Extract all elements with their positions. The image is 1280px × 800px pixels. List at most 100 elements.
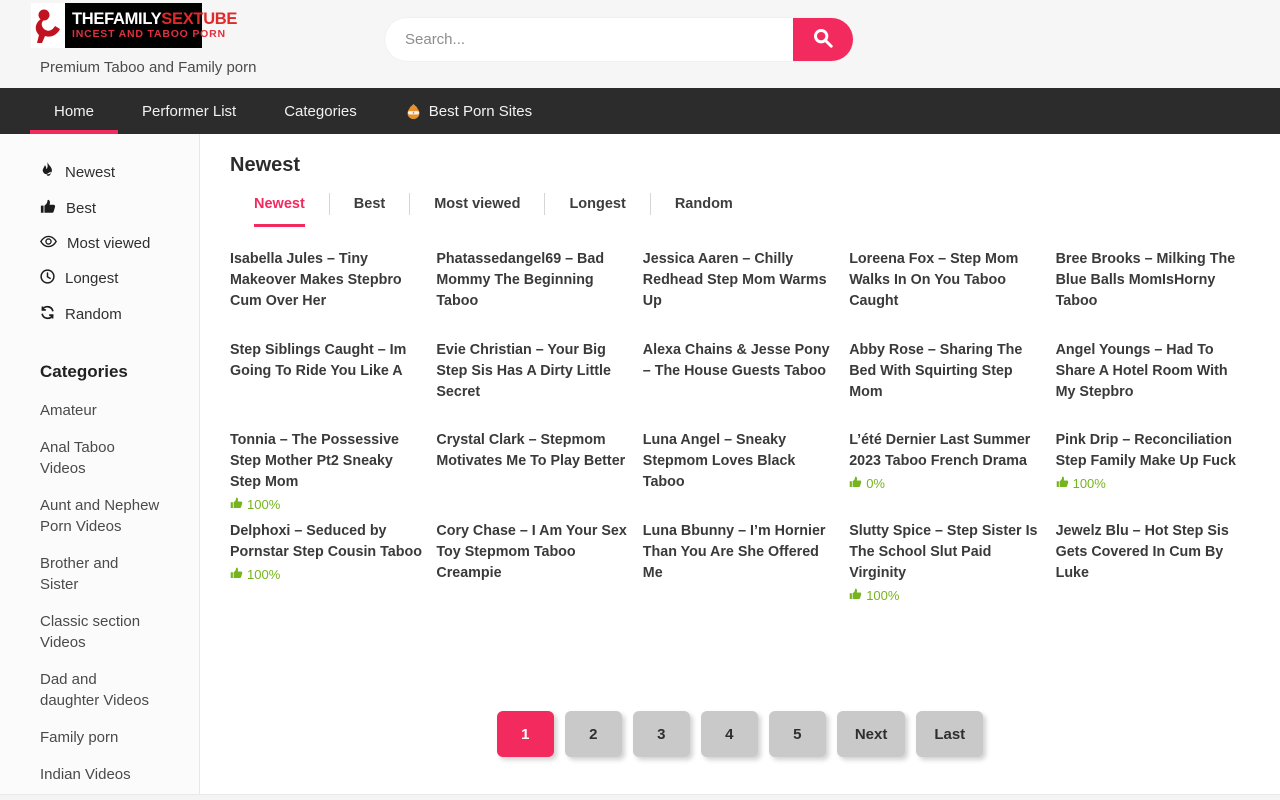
video-card[interactable]: Slutty Spice – Step Sister Is The School… bbox=[849, 521, 1043, 612]
video-card[interactable]: Tonnia – The Possessive Step Mother Pt2 … bbox=[230, 430, 424, 521]
search-input[interactable] bbox=[385, 18, 793, 61]
video-card[interactable]: Pink Drip – Reconciliation Step Family M… bbox=[1056, 430, 1250, 521]
nav-item-home[interactable]: Home bbox=[30, 88, 118, 134]
sort-tab[interactable]: Random bbox=[651, 193, 757, 215]
search-button[interactable] bbox=[793, 18, 853, 61]
video-title: Isabella Jules – Tiny Makeover Makes Ste… bbox=[230, 249, 424, 312]
nav-item-best-porn-sites[interactable]: Best Porn Sites bbox=[381, 88, 556, 134]
sidebar-category-link[interactable]: Brother and Sister bbox=[40, 553, 160, 595]
video-card[interactable]: Step Siblings Caught – Im Going To Ride … bbox=[230, 340, 424, 431]
video-title: Pink Drip – Reconciliation Step Family M… bbox=[1056, 430, 1250, 472]
pagination-button[interactable]: 3 bbox=[633, 711, 690, 757]
logo-subtitle: INCEST AND TABOO PORN bbox=[72, 28, 237, 42]
sidebar-category-link[interactable]: Anal Taboo Videos bbox=[40, 437, 160, 479]
video-card[interactable]: Alexa Chains & Jesse Pony – The House Gu… bbox=[643, 340, 837, 431]
footer-strip bbox=[0, 794, 1280, 800]
sort-tab[interactable]: Most viewed bbox=[410, 193, 545, 215]
video-card[interactable]: Phatassedangel69 – Bad Mommy The Beginni… bbox=[436, 249, 630, 340]
pagination-button[interactable]: Last bbox=[916, 711, 983, 757]
video-title: Tonnia – The Possessive Step Mother Pt2 … bbox=[230, 430, 424, 493]
nav-label: Home bbox=[54, 103, 94, 120]
video-rating-value: 0% bbox=[866, 476, 885, 491]
sort-tab[interactable]: Newest bbox=[230, 193, 330, 215]
video-title: Jessica Aaren – Chilly Redhead Step Mom … bbox=[643, 249, 837, 312]
pagination-button[interactable]: 5 bbox=[769, 711, 826, 757]
nav-label: Best Porn Sites bbox=[429, 103, 532, 120]
video-title: Luna Angel – Sneaky Stepmom Loves Black … bbox=[643, 430, 837, 493]
video-card[interactable]: Angel Youngs – Had To Share A Hotel Room… bbox=[1056, 340, 1250, 431]
video-title: Luna Bbunny – I’m Hornier Than You Are S… bbox=[643, 521, 837, 584]
sort-tab[interactable]: Longest bbox=[545, 193, 650, 215]
nav-item-categories[interactable]: Categories bbox=[260, 88, 381, 134]
video-rating: 100% bbox=[1056, 476, 1250, 491]
sidebar-item-label: Most viewed bbox=[67, 235, 150, 252]
video-card[interactable]: Evie Christian – Your Big Step Sis Has A… bbox=[436, 340, 630, 431]
main-nav: Home Performer List Categories Best Porn… bbox=[0, 88, 1280, 134]
sidebar-category-link[interactable]: Indian Videos bbox=[40, 764, 160, 785]
refresh-icon bbox=[40, 305, 55, 324]
pagination-button[interactable]: 1 bbox=[497, 711, 554, 757]
cool-face-icon bbox=[405, 103, 422, 120]
video-card[interactable]: Loreena Fox – Step Mom Walks In On You T… bbox=[849, 249, 1043, 340]
video-rating: 0% bbox=[849, 476, 1043, 491]
search-bar bbox=[385, 18, 853, 61]
thumbs-up-icon bbox=[1056, 476, 1069, 491]
video-rating: 100% bbox=[849, 588, 1043, 603]
pagination-button[interactable]: 2 bbox=[565, 711, 622, 757]
eye-icon bbox=[40, 235, 57, 252]
video-card[interactable]: Bree Brooks – Milking The Blue Balls Mom… bbox=[1056, 249, 1250, 340]
video-card[interactable]: Luna Angel – Sneaky Stepmom Loves Black … bbox=[643, 430, 837, 521]
video-card[interactable]: L’été Dernier Last Summer 2023 Taboo Fre… bbox=[849, 430, 1043, 521]
nav-label: Categories bbox=[284, 103, 357, 120]
sidebar-category-link[interactable]: Aunt and Nephew Porn Videos bbox=[40, 495, 160, 537]
video-title: Alexa Chains & Jesse Pony – The House Gu… bbox=[643, 340, 837, 382]
sort-tab-label: Longest bbox=[569, 196, 625, 212]
sidebar-item-newest[interactable]: Newest bbox=[40, 162, 189, 182]
pagination-button[interactable]: 4 bbox=[701, 711, 758, 757]
sidebar-category-link[interactable]: Dad and daughter Videos bbox=[40, 669, 160, 711]
sidebar-category-link[interactable]: Family porn bbox=[40, 727, 160, 748]
sidebar-category-link[interactable]: Amateur bbox=[40, 400, 160, 421]
video-card[interactable]: Cory Chase – I Am Your Sex Toy Stepmom T… bbox=[436, 521, 630, 612]
sidebar-item-label: Random bbox=[65, 306, 122, 323]
categories-heading: Categories bbox=[40, 362, 189, 382]
sidebar-item-best[interactable]: Best bbox=[40, 199, 189, 218]
clock-icon bbox=[40, 269, 55, 288]
video-title: Cory Chase – I Am Your Sex Toy Stepmom T… bbox=[436, 521, 630, 584]
search-icon bbox=[812, 27, 834, 52]
sidebar-category-link[interactable]: Classic section Videos bbox=[40, 611, 160, 653]
page-title: Newest bbox=[230, 154, 1250, 177]
sidebar-item-longest[interactable]: Longest bbox=[40, 269, 189, 288]
flame-icon bbox=[40, 162, 55, 182]
sidebar-item-most-viewed[interactable]: Most viewed bbox=[40, 235, 189, 252]
video-rating-value: 100% bbox=[247, 567, 280, 582]
sidebar-item-label: Newest bbox=[65, 164, 115, 181]
thumbs-up-icon bbox=[40, 199, 56, 218]
video-card[interactable]: Crystal Clark – Stepmom Motivates Me To … bbox=[436, 430, 630, 521]
site-header: THEFAMILYSEXTUBE INCEST AND TABOO PORN P… bbox=[0, 0, 1280, 88]
site-logo[interactable]: THEFAMILYSEXTUBE INCEST AND TABOO PORN bbox=[31, 3, 202, 48]
video-rating-value: 100% bbox=[866, 588, 899, 603]
video-card[interactable]: Luna Bbunny – I’m Hornier Than You Are S… bbox=[643, 521, 837, 612]
video-card[interactable]: Abby Rose – Sharing The Bed With Squirti… bbox=[849, 340, 1043, 431]
video-card[interactable]: Delphoxi – Seduced by Pornstar Step Cous… bbox=[230, 521, 424, 612]
thumbs-up-icon bbox=[849, 476, 862, 491]
main-content: Newest Newest Best Most viewed Longest R… bbox=[200, 134, 1280, 794]
sort-tab-label: Most viewed bbox=[434, 196, 520, 212]
pagination: 1 2 3 4 5 Next Last bbox=[230, 711, 1250, 757]
video-card[interactable]: Isabella Jules – Tiny Makeover Makes Ste… bbox=[230, 249, 424, 340]
sidebar: Newest Best Most viewed Longest bbox=[0, 134, 200, 794]
video-title: Crystal Clark – Stepmom Motivates Me To … bbox=[436, 430, 630, 472]
video-grid: Isabella Jules – Tiny Makeover Makes Ste… bbox=[230, 249, 1250, 611]
video-card[interactable]: Jewelz Blu – Hot Step Sis Gets Covered I… bbox=[1056, 521, 1250, 612]
sidebar-item-random[interactable]: Random bbox=[40, 305, 189, 324]
video-title: Delphoxi – Seduced by Pornstar Step Cous… bbox=[230, 521, 424, 563]
pagination-button[interactable]: Next bbox=[837, 711, 906, 757]
video-title: Jewelz Blu – Hot Step Sis Gets Covered I… bbox=[1056, 521, 1250, 584]
video-title: Angel Youngs – Had To Share A Hotel Room… bbox=[1056, 340, 1250, 403]
video-title: Phatassedangel69 – Bad Mommy The Beginni… bbox=[436, 249, 630, 312]
nav-item-performer-list[interactable]: Performer List bbox=[118, 88, 260, 134]
sort-tab[interactable]: Best bbox=[330, 193, 410, 215]
video-card[interactable]: Jessica Aaren – Chilly Redhead Step Mom … bbox=[643, 249, 837, 340]
thumbs-up-icon bbox=[230, 567, 243, 582]
